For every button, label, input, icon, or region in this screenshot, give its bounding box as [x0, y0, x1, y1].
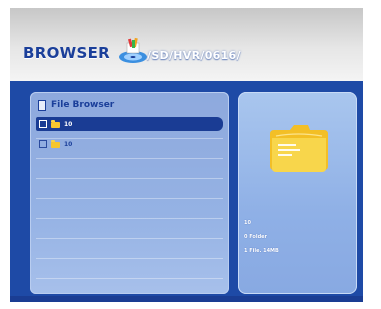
info-file-size: 1 File. 14MB	[244, 248, 279, 254]
folder-icon	[51, 140, 60, 148]
bottom-bar	[10, 296, 363, 302]
pane-header: File Browser	[38, 99, 114, 111]
file-list-panel: File Browser 10 10	[30, 92, 229, 294]
pane-title: File Browser	[51, 100, 115, 110]
header-bar: BROWSER /SD/HVR/0616/	[10, 8, 363, 81]
current-path: /SD/HVR/0616/	[147, 49, 241, 62]
list-item-label: 10	[64, 140, 73, 148]
list-item-selected[interactable]: 10	[36, 117, 223, 131]
page-title: BROWSER	[23, 44, 110, 62]
folder-icon	[270, 125, 328, 172]
preview-panel: 10 0 Folder 1 File. 14MB	[238, 92, 357, 294]
checkbox[interactable]	[39, 140, 47, 148]
info-name: 10	[244, 220, 251, 226]
tv-screen: BROWSER /SD/HVR/0616/ File Browser 10 10…	[10, 8, 363, 302]
folder-icon	[51, 120, 60, 128]
list-item[interactable]: 10	[36, 137, 223, 151]
checkbox[interactable]	[39, 120, 47, 128]
media-browser-icon	[119, 37, 147, 63]
list-item-label: 10	[64, 120, 73, 128]
info-folder-count: 0 Folder	[244, 234, 268, 240]
document-icon	[38, 99, 46, 111]
